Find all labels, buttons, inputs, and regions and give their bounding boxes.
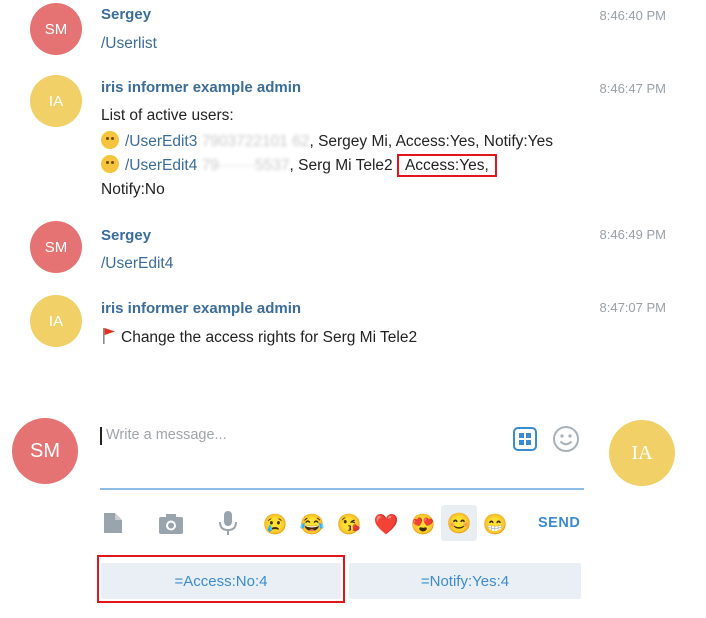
keyboard-button-notify[interactable]: =Notify:Yes:4 xyxy=(349,563,581,599)
emoji-crying[interactable]: 😢 xyxy=(262,511,288,537)
emoji-joy[interactable]: 😂 xyxy=(299,511,325,537)
text-caret xyxy=(100,427,102,445)
user-list-row: /UserEdit3 7903722101 62, Sergey Mi, Acc… xyxy=(101,131,553,151)
avatar-sm[interactable]: SM xyxy=(30,221,82,273)
emoji-heart[interactable]: ❤️ xyxy=(373,511,399,537)
access-highlight: Access:Yes, xyxy=(396,154,497,177)
access-button-highlight xyxy=(97,555,345,603)
emoji-grin[interactable]: 😁 xyxy=(482,511,508,537)
composer-avatar-ia[interactable]: IA xyxy=(609,420,675,486)
send-button[interactable]: SEND xyxy=(538,515,580,531)
user-edit-command[interactable]: /UserEdit4 xyxy=(125,157,197,174)
message-author[interactable]: Sergey xyxy=(101,227,151,244)
user-details: , Serg Mi Tele2 xyxy=(289,157,393,174)
neutral-face-icon xyxy=(101,155,119,173)
message-text: List of active users: xyxy=(101,107,234,124)
file-icon[interactable] xyxy=(102,511,124,535)
emoji-kiss[interactable]: 😘 xyxy=(336,511,362,537)
red-flag-icon xyxy=(103,328,115,344)
avatar-sm[interactable]: SM xyxy=(30,3,82,55)
message-time: 8:46:47 PM xyxy=(599,81,667,96)
message-author[interactable]: Sergey xyxy=(101,6,151,23)
camera-icon[interactable] xyxy=(157,512,185,536)
message-author[interactable]: iris informer example admin xyxy=(101,300,301,317)
message-author[interactable]: iris informer example admin xyxy=(101,79,301,96)
message-time: 8:46:40 PM xyxy=(599,8,667,23)
message-text: Change the access rights for Serg Mi Tel… xyxy=(101,327,417,347)
emoji-heart-eyes[interactable]: 😍 xyxy=(410,511,436,537)
emoji-panel-icon[interactable] xyxy=(512,426,538,452)
masked-phone: 7903722101 62 xyxy=(201,133,310,150)
message-text[interactable]: /UserEdit4 xyxy=(101,255,173,273)
composer-avatar-sm[interactable]: SM xyxy=(12,418,78,484)
masked-phone: 79·······5537 xyxy=(201,157,290,174)
user-details: , Sergey Mi, Access:Yes, Notify:Yes xyxy=(309,133,553,150)
user-edit-command[interactable]: /UserEdit3 xyxy=(125,133,197,150)
avatar-ia[interactable]: IA xyxy=(30,75,82,127)
message-placeholder: Write a message... xyxy=(106,427,227,443)
neutral-face-icon xyxy=(101,131,119,149)
emoji-smile[interactable]: 😊 xyxy=(441,505,477,541)
message-text: Notify:No xyxy=(101,181,165,198)
microphone-icon[interactable] xyxy=(216,509,240,537)
smile-icon[interactable] xyxy=(551,424,581,454)
message-text[interactable]: /Userlist xyxy=(101,35,157,53)
message-time: 8:46:49 PM xyxy=(599,227,667,242)
avatar-ia[interactable]: IA xyxy=(30,295,82,347)
message-time: 8:47:07 PM xyxy=(599,300,667,315)
user-list-row: /UserEdit4 79·······5537, Serg Mi Tele2 … xyxy=(101,154,497,177)
